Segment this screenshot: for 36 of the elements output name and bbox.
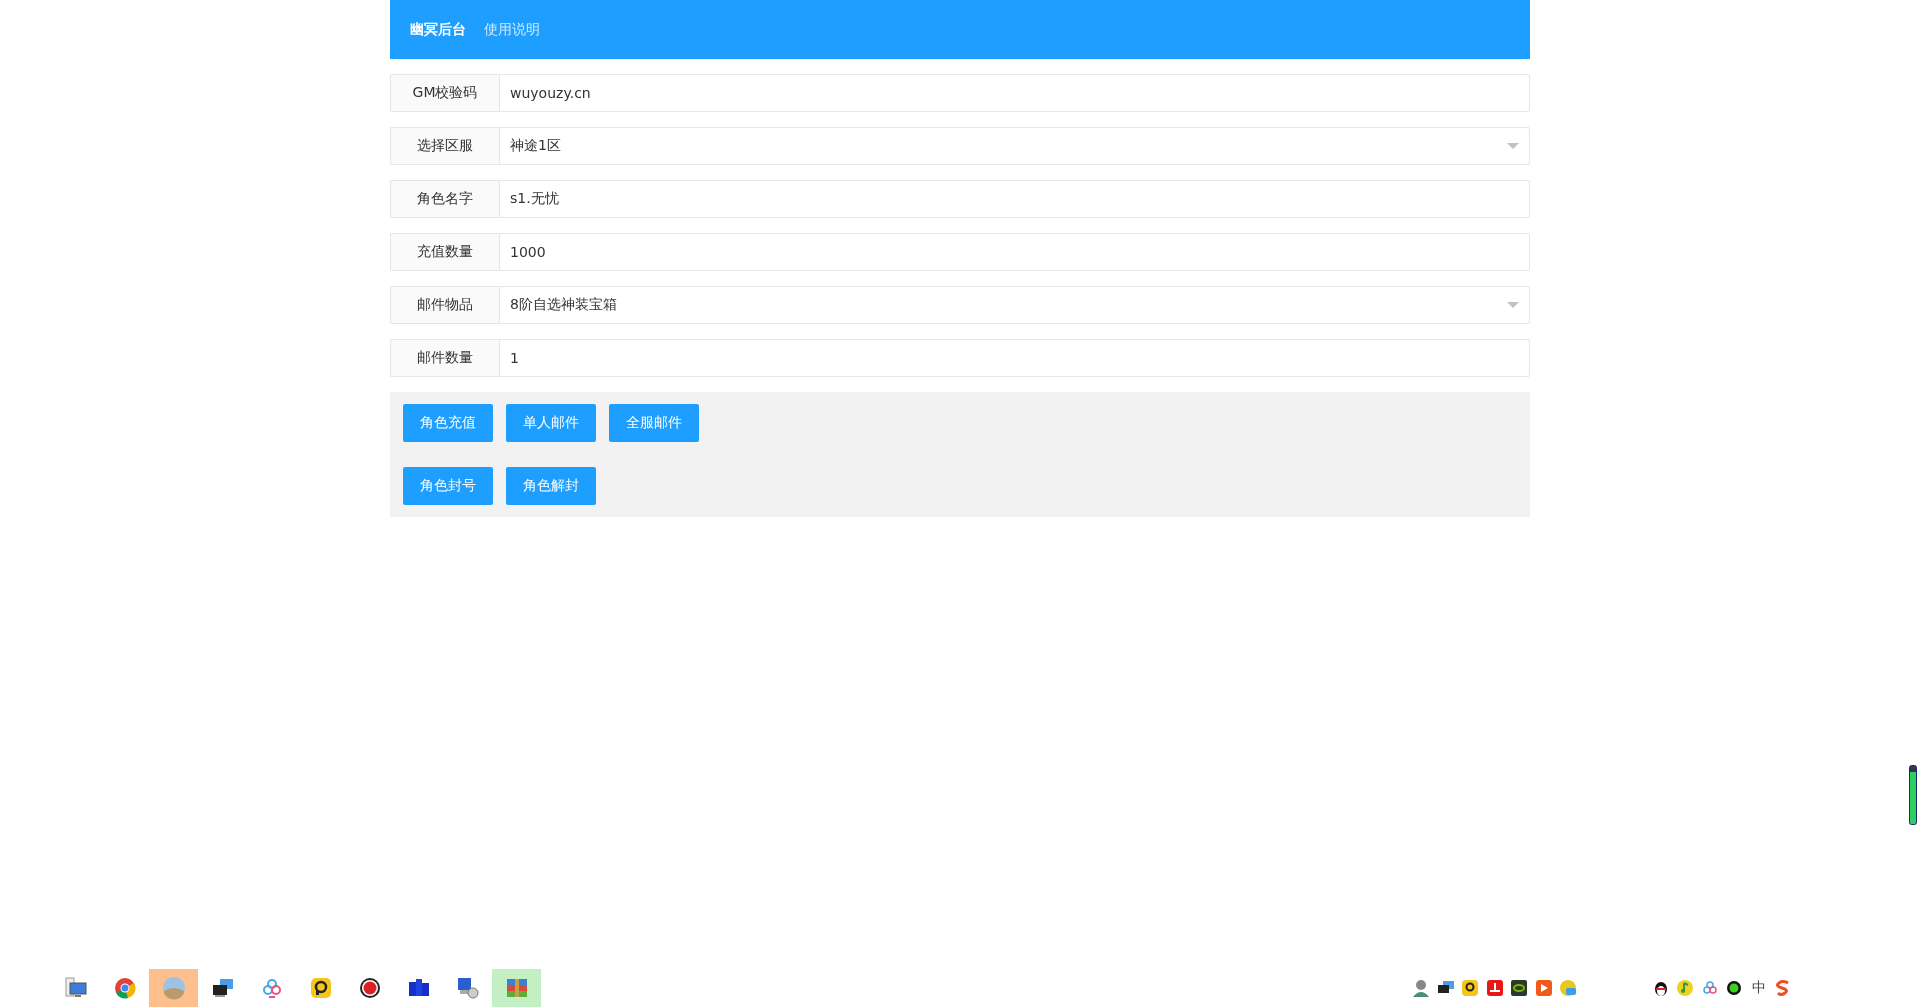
select-field[interactable]: 8阶自选神装宝箱 [499,286,1530,324]
input-field[interactable]: wuyouzy.cn [499,74,1530,112]
monitor-icon[interactable] [64,977,87,999]
field-label: 角色名字 [390,180,499,218]
person-icon[interactable] [1412,979,1431,997]
select-field[interactable]: 神途1区 [499,127,1530,165]
caret-icon [1507,143,1519,149]
highlighted-icon-tile[interactable] [492,969,541,1007]
input-field[interactable]: 1 [499,339,1530,377]
caret-icon [1507,302,1519,308]
computer-icon[interactable] [456,977,479,999]
field-label: 选择区服 [390,127,499,165]
field-label: 邮件数量 [390,339,499,377]
browser-icon[interactable] [113,977,136,999]
buildings-icon[interactable] [407,978,430,998]
app-icon[interactable] [309,977,332,999]
field-label: GM校验码 [390,74,499,112]
screens-icon[interactable] [211,978,234,998]
app-icon[interactable] [1511,980,1528,996]
status-dot-icon[interactable] [1726,980,1743,996]
input-method-indicator[interactable]: 中 [1751,979,1766,997]
record-icon[interactable] [358,977,381,999]
input-field[interactable]: s1.无忧 [499,180,1530,218]
input-field[interactable]: 1000 [499,233,1530,271]
screens-icon[interactable] [1436,980,1455,996]
app-icon[interactable] [1462,980,1479,996]
field-label: 充值数量 [390,233,499,271]
archive-icon[interactable] [505,977,528,999]
gauge-icon [1909,765,1917,825]
cloud-icon[interactable] [1701,980,1718,996]
gamepad-icon[interactable] [1559,979,1578,997]
field-label: 邮件物品 [390,286,499,324]
penguin-icon[interactable] [1652,979,1669,997]
cloud-icon[interactable] [261,978,282,998]
highlighted-icon-tile[interactable] [149,969,198,1007]
music-icon[interactable] [1676,979,1695,997]
